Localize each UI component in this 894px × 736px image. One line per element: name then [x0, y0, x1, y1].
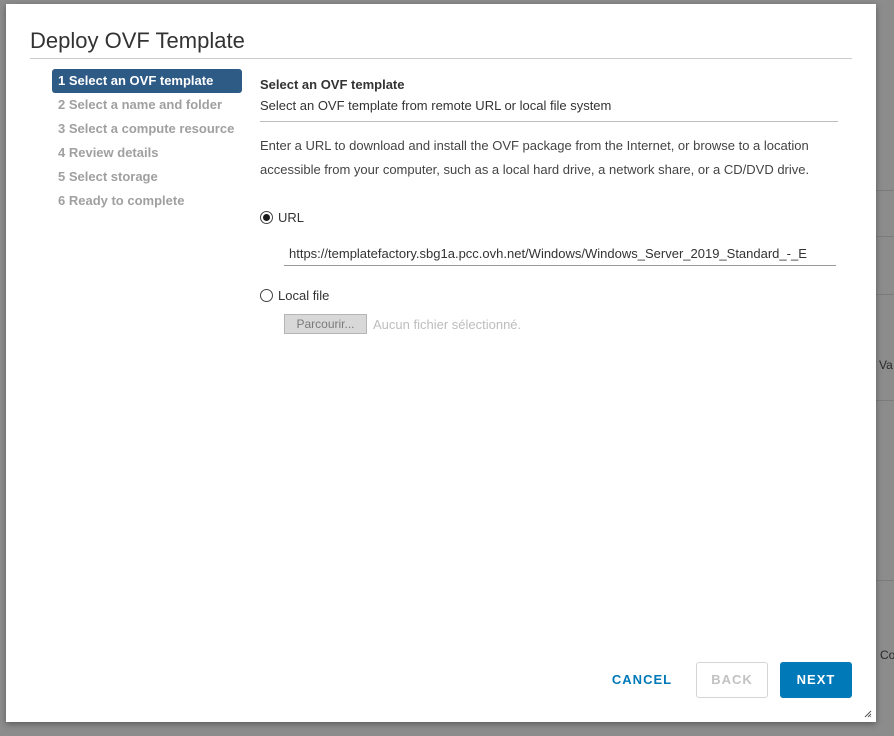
step-ready-to-complete[interactable]: 6 Ready to complete — [52, 189, 242, 213]
content-divider — [260, 121, 838, 122]
url-input[interactable] — [284, 242, 836, 266]
bg-divider — [876, 236, 894, 237]
cancel-button[interactable]: CANCEL — [600, 662, 684, 698]
deploy-ovf-dialog: Deploy OVF Template 1 Select an OVF temp… — [6, 4, 876, 722]
back-button[interactable]: BACK — [696, 662, 768, 698]
next-button[interactable]: NEXT — [780, 662, 852, 698]
resize-grip-icon[interactable] — [864, 710, 872, 718]
local-file-radio[interactable] — [260, 289, 273, 302]
content-heading: Select an OVF template — [260, 77, 405, 92]
step-select-ovf-template[interactable]: 1 Select an OVF template — [52, 69, 242, 93]
browse-button[interactable]: Parcourir... — [284, 314, 367, 334]
bg-text-fragment: Va — [879, 358, 893, 372]
bg-divider — [876, 294, 894, 295]
bg-text-fragment: Co — [880, 648, 894, 662]
title-divider — [30, 58, 852, 59]
url-option-label: URL — [278, 210, 305, 225]
local-file-option[interactable]: Local file — [260, 288, 329, 303]
wizard-steps: 1 Select an OVF template 2 Select a name… — [52, 69, 242, 213]
bg-divider — [876, 580, 894, 581]
content-subheading: Select an OVF template from remote URL o… — [260, 98, 612, 113]
step-select-compute-resource[interactable]: 3 Select a compute resource — [52, 117, 242, 141]
dialog-title: Deploy OVF Template — [30, 28, 245, 53]
bg-divider — [876, 190, 894, 191]
step-select-storage[interactable]: 5 Select storage — [52, 165, 242, 189]
content-description: Enter a URL to download and install the … — [260, 138, 810, 177]
step-review-details[interactable]: 4 Review details — [52, 141, 242, 165]
local-file-option-label: Local file — [278, 288, 330, 303]
bg-divider — [876, 400, 894, 401]
step-content: Select an OVF template Select an OVF tem… — [260, 77, 838, 182]
url-option[interactable]: URL — [260, 210, 304, 225]
url-radio[interactable] — [260, 211, 273, 224]
step-select-name-folder[interactable]: 2 Select a name and folder — [52, 93, 242, 117]
no-file-selected-text: Aucun fichier sélectionné. — [373, 317, 522, 332]
